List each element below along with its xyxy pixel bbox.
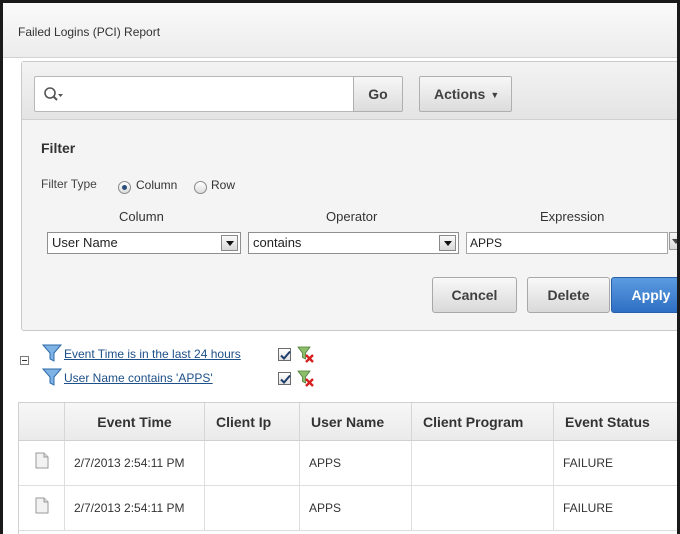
table-cell bbox=[412, 486, 554, 531]
table-row[interactable] bbox=[19, 486, 65, 531]
operator-header-label: Operator bbox=[326, 209, 378, 224]
column-header-event-time[interactable]: Event Time bbox=[65, 403, 205, 441]
region-header: Failed Logins (PCI) Report bbox=[3, 3, 677, 58]
report-window: Failed Logins (PCI) Report Go Actions ▼ F… bbox=[3, 3, 677, 534]
table-cell: 2/7/2013 2:54:11 PM bbox=[65, 486, 205, 531]
document-icon[interactable] bbox=[35, 497, 49, 514]
table-cell: FAILURE bbox=[554, 486, 677, 531]
operator-select[interactable]: contains bbox=[248, 232, 459, 254]
active-filters: Event Time is in the last 24 hours User … bbox=[3, 341, 677, 391]
table-cell: 2/7/2013 2:54:11 PM bbox=[65, 441, 205, 486]
apply-button[interactable]: Apply bbox=[611, 277, 677, 313]
go-button[interactable]: Go bbox=[353, 76, 403, 112]
actions-label: Actions bbox=[434, 86, 486, 102]
search-bar: Go Actions ▼ bbox=[22, 62, 677, 120]
column-header-icon bbox=[19, 403, 65, 441]
column-select[interactable]: User Name bbox=[47, 232, 241, 254]
chevron-down-icon[interactable] bbox=[439, 235, 456, 251]
cancel-button[interactable]: Cancel bbox=[432, 277, 517, 313]
collapse-icon[interactable] bbox=[20, 356, 29, 365]
column-select-value: User Name bbox=[52, 235, 118, 250]
filter-type-row-label[interactable]: Row bbox=[211, 178, 235, 192]
filter-link-user-name[interactable]: User Name contains 'APPS' bbox=[64, 371, 213, 385]
column-header-client-ip[interactable]: Client Ip bbox=[205, 403, 300, 441]
filter-type-row-radio[interactable] bbox=[194, 181, 207, 194]
chevron-down-icon: ▼ bbox=[490, 90, 500, 100]
filter-enabled-checkbox[interactable] bbox=[278, 372, 291, 385]
table-cell bbox=[412, 441, 554, 486]
delete-button[interactable]: Delete bbox=[527, 277, 610, 313]
column-header-client-program[interactable]: Client Program bbox=[412, 403, 554, 441]
column-header-event-status[interactable]: Event Status bbox=[554, 403, 677, 441]
funnel-icon bbox=[42, 368, 62, 386]
filter-type-label: Filter Type bbox=[41, 177, 97, 191]
table-cell bbox=[205, 441, 300, 486]
funnel-icon bbox=[42, 344, 62, 362]
table-row[interactable] bbox=[19, 441, 65, 486]
filter-enabled-checkbox[interactable] bbox=[278, 348, 291, 361]
column-header-label: Column bbox=[119, 209, 164, 224]
expression-input[interactable]: APPS bbox=[466, 232, 668, 254]
expression-header-label: Expression bbox=[540, 209, 605, 224]
filter-type-column-label[interactable]: Column bbox=[136, 178, 177, 192]
search-input[interactable] bbox=[71, 81, 347, 107]
search-icon[interactable] bbox=[43, 86, 65, 104]
filter-type-column-radio[interactable] bbox=[118, 181, 131, 194]
expression-dropdown-icon[interactable] bbox=[669, 232, 677, 250]
operator-select-value: contains bbox=[253, 235, 302, 250]
document-icon[interactable] bbox=[35, 452, 49, 469]
region-title: Failed Logins (PCI) Report bbox=[18, 25, 161, 39]
chevron-down-icon[interactable] bbox=[221, 235, 238, 251]
table-cell: APPS bbox=[300, 441, 412, 486]
remove-filter-icon[interactable] bbox=[297, 346, 315, 364]
filter-link-event-time[interactable]: Event Time is in the last 24 hours bbox=[64, 347, 241, 361]
table-cell: APPS bbox=[300, 486, 412, 531]
remove-filter-icon[interactable] bbox=[297, 370, 315, 388]
interactive-report-panel: Go Actions ▼ Filter Filter Type Column Ro… bbox=[21, 61, 677, 331]
filter-title: Filter bbox=[41, 140, 76, 156]
column-header-user-name[interactable]: User Name bbox=[300, 403, 412, 441]
report-table: Event Time Client Ip User Name Client Pr… bbox=[18, 402, 677, 534]
actions-menu-button[interactable]: Actions ▼ bbox=[419, 76, 512, 112]
table-cell: FAILURE bbox=[554, 441, 677, 486]
search-box[interactable] bbox=[34, 76, 354, 112]
table-cell bbox=[205, 486, 300, 531]
